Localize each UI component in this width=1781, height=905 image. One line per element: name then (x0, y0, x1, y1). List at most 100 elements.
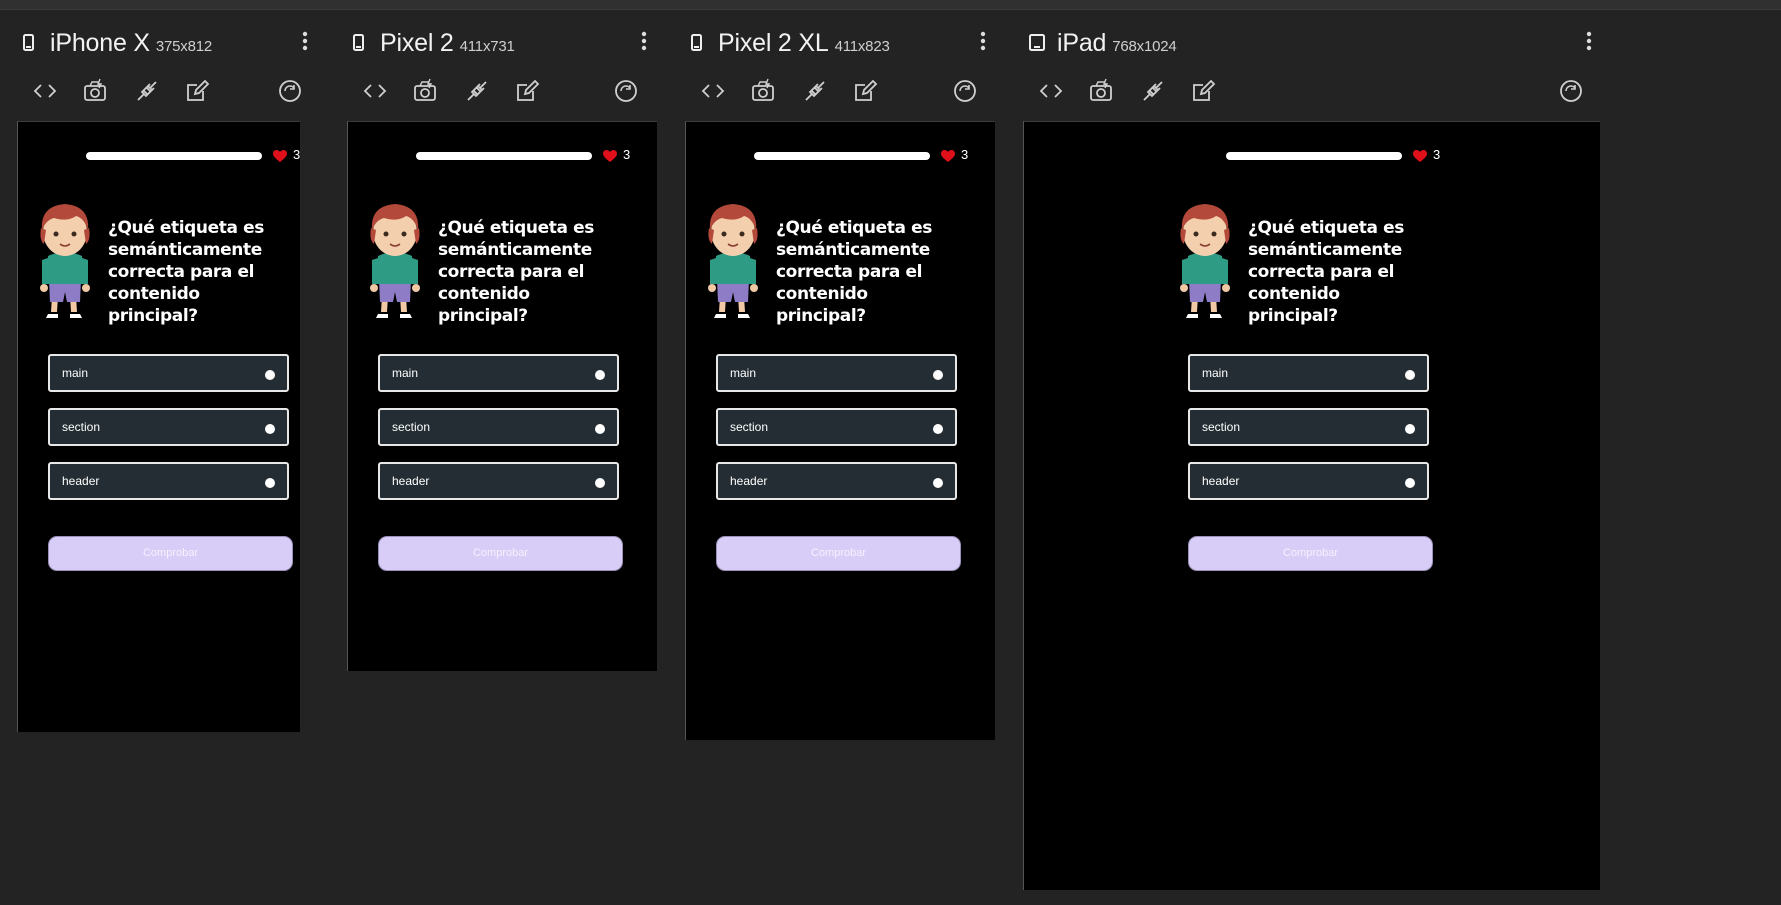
question-text: ¿Qué etiqueta es semánticamente correcta… (1248, 218, 1404, 326)
radio-indicator (1405, 424, 1415, 434)
lesson-progress-bar (1226, 152, 1402, 160)
lesson-progress-bar (416, 152, 592, 160)
check-button[interactable]: Comprobar (716, 536, 961, 571)
device-size: 768x1024 (1112, 38, 1177, 55)
device-name-text: Pixel 2 XL (718, 29, 829, 57)
device-name-text: iPhone X (50, 29, 150, 57)
plug-icon[interactable] (462, 76, 492, 106)
radio-indicator (265, 424, 275, 434)
option-label: section (62, 420, 101, 434)
plug-icon[interactable] (1138, 76, 1168, 106)
lives-count: 3 (293, 147, 300, 162)
answer-option[interactable]: main (48, 354, 289, 392)
edit-icon[interactable] (512, 76, 542, 106)
option-label: header (1202, 474, 1240, 488)
answer-option[interactable]: header (716, 462, 957, 500)
device-title: Pixel 2 411x731 (380, 29, 515, 58)
option-label: header (392, 474, 430, 488)
answer-option[interactable]: section (378, 408, 619, 446)
radio-indicator (265, 370, 275, 380)
camera-icon[interactable] (410, 76, 440, 106)
heart-icon (1413, 150, 1427, 162)
camera-icon[interactable] (1086, 76, 1116, 106)
more-options-icon[interactable] (977, 30, 989, 52)
edit-icon[interactable] (850, 76, 880, 106)
check-button[interactable]: Comprobar (1188, 536, 1433, 571)
option-label: section (730, 420, 769, 434)
answer-option[interactable]: section (716, 408, 957, 446)
device-size: 375x812 (155, 38, 213, 55)
option-label: section (1202, 420, 1241, 434)
device-size: 411x823 (834, 38, 890, 55)
lesson-progress-bar (86, 152, 262, 160)
answer-option[interactable]: header (378, 462, 619, 500)
lives-count: 3 (961, 147, 969, 162)
rotate-icon[interactable] (611, 76, 641, 106)
answer-option[interactable]: header (1188, 462, 1429, 500)
device-screen: 3 ¿Qué etiqueta es semánticamente correc… (17, 121, 300, 732)
device-size: 411x731 (459, 38, 515, 55)
code-icon[interactable] (698, 76, 728, 106)
answer-option[interactable]: main (378, 354, 619, 392)
heart-icon (941, 150, 955, 162)
camera-icon[interactable] (748, 76, 778, 106)
option-label: header (730, 474, 768, 488)
option-label: main (392, 366, 419, 380)
character-avatar (708, 204, 758, 318)
check-button[interactable]: Comprobar (378, 536, 623, 571)
radio-indicator (933, 424, 943, 434)
device-title: iPad 768x1024 (1057, 29, 1177, 58)
question-text: ¿Qué etiqueta es semánticamente correcta… (438, 218, 594, 326)
option-label: main (62, 366, 89, 380)
camera-icon[interactable] (80, 76, 110, 106)
question-text: ¿Qué etiqueta es semánticamente correcta… (108, 218, 264, 326)
answer-option[interactable]: section (1188, 408, 1429, 446)
phone-icon (23, 34, 34, 51)
answer-option[interactable]: main (1188, 354, 1429, 392)
edit-icon[interactable] (182, 76, 212, 106)
answer-option[interactable]: section (48, 408, 289, 446)
rotate-icon[interactable] (275, 76, 305, 106)
heart-icon (603, 150, 617, 162)
browser-top-bar (0, 0, 1781, 10)
rotate-icon[interactable] (950, 76, 980, 106)
code-icon[interactable] (1036, 76, 1066, 106)
answer-option[interactable]: main (716, 354, 957, 392)
edit-icon[interactable] (1188, 76, 1218, 106)
radio-indicator (933, 370, 943, 380)
radio-indicator (933, 478, 943, 488)
plug-icon[interactable] (800, 76, 830, 106)
tablet-icon (1029, 34, 1045, 51)
device-title: iPhone X 375x812 (50, 29, 212, 58)
check-button[interactable]: Comprobar (48, 536, 293, 571)
device-name-text: Pixel 2 (380, 29, 454, 57)
code-icon[interactable] (360, 76, 390, 106)
character-avatar (370, 204, 420, 318)
plug-icon[interactable] (132, 76, 162, 106)
radio-indicator (595, 424, 605, 434)
device-screen: 3 ¿Qué etiqueta es semánticamente correc… (1023, 121, 1600, 890)
more-options-icon[interactable] (299, 30, 311, 52)
phone-icon (353, 34, 364, 51)
lesson-progress-bar (754, 152, 930, 160)
option-label: main (730, 366, 757, 380)
device-screen: 3 ¿Qué etiqueta es semánticamente correc… (347, 121, 657, 671)
radio-indicator (595, 478, 605, 488)
option-label: header (62, 474, 100, 488)
question-text: ¿Qué etiqueta es semánticamente correcta… (776, 218, 932, 326)
device-name-text: iPad (1057, 29, 1107, 57)
phone-icon (691, 34, 702, 51)
device-title: Pixel 2 XL 411x823 (718, 29, 890, 58)
code-icon[interactable] (30, 76, 60, 106)
option-label: section (392, 420, 431, 434)
device-screen: 3 ¿Qué etiqueta es semánticamente correc… (685, 121, 995, 740)
lives-count: 3 (1433, 147, 1441, 162)
character-avatar (40, 204, 90, 318)
radio-indicator (265, 478, 275, 488)
more-options-icon[interactable] (1583, 30, 1595, 52)
answer-option[interactable]: header (48, 462, 289, 500)
rotate-icon[interactable] (1556, 76, 1586, 106)
option-label: main (1202, 366, 1229, 380)
radio-indicator (595, 370, 605, 380)
more-options-icon[interactable] (638, 30, 650, 52)
